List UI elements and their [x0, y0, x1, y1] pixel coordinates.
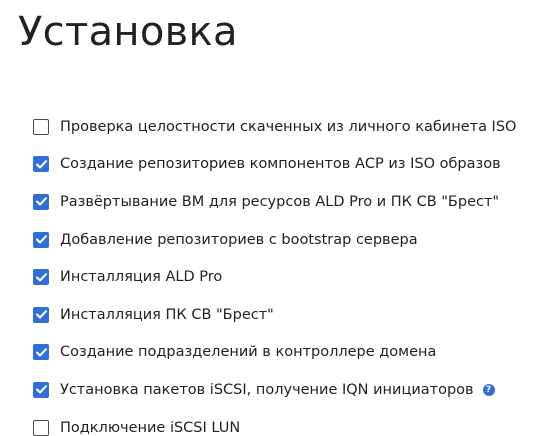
step-label: Подключение iSCSI LUN: [60, 419, 241, 436]
checkmark-icon: [35, 160, 47, 169]
step-checkbox[interactable]: [33, 156, 49, 173]
installation-page: Установка Проверка целостности скаченных…: [0, 0, 536, 436]
question-circle-icon[interactable]: ?: [482, 383, 495, 396]
list-item: Создание подразделений в контроллере дом…: [33, 334, 516, 372]
list-item: Создание репозиториев компонентов АСР из…: [33, 146, 516, 184]
step-checkbox[interactable]: [33, 269, 49, 286]
installation-steps-list: Проверка целостности скаченных из личног…: [33, 108, 516, 436]
list-item: Развёртывание ВМ для ресурсов ALD Pro и …: [33, 183, 516, 221]
step-label: Создание репозиториев компонентов АСР из…: [60, 156, 501, 173]
step-checkbox[interactable]: [33, 419, 49, 436]
list-item: Инсталляция ALD Pro: [33, 258, 516, 296]
checkmark-icon: [35, 197, 47, 206]
list-item: Подключение iSCSI LUN: [33, 409, 516, 436]
step-checkbox[interactable]: [33, 381, 49, 398]
list-item: Инсталляция ПК СВ "Брест": [33, 296, 516, 334]
checkmark-icon: [35, 348, 47, 357]
step-label: Инсталляция ALD Pro: [60, 269, 223, 286]
page-title: Установка: [18, 9, 238, 55]
checkmark-icon: [35, 272, 47, 282]
step-label: Развёртывание ВМ для ресурсов ALD Pro и …: [60, 193, 500, 210]
step-checkbox[interactable]: [33, 193, 49, 210]
step-label: Создание подразделений в контроллере дом…: [60, 344, 437, 361]
step-label: Добавление репозиториев с bootstrap серв…: [60, 231, 418, 248]
step-checkbox[interactable]: [33, 306, 49, 323]
checkmark-icon: [35, 385, 47, 394]
step-checkbox[interactable]: [33, 344, 49, 361]
list-item: Добавление репозиториев с bootstrap серв…: [33, 221, 516, 259]
step-label: Проверка целостности скаченных из личног…: [60, 118, 517, 135]
step-label: Установка пакетов iSCSI, получение IQN и…: [60, 381, 474, 398]
step-label: Инсталляция ПК СВ "Брест": [60, 306, 274, 323]
list-item: Проверка целостности скаченных из личног…: [33, 108, 516, 146]
list-item: Установка пакетов iSCSI, получение IQN и…: [33, 371, 516, 409]
step-checkbox[interactable]: [33, 118, 49, 135]
checkmark-icon: [35, 235, 47, 244]
checkmark-icon: [35, 310, 47, 319]
step-checkbox[interactable]: [33, 231, 49, 248]
